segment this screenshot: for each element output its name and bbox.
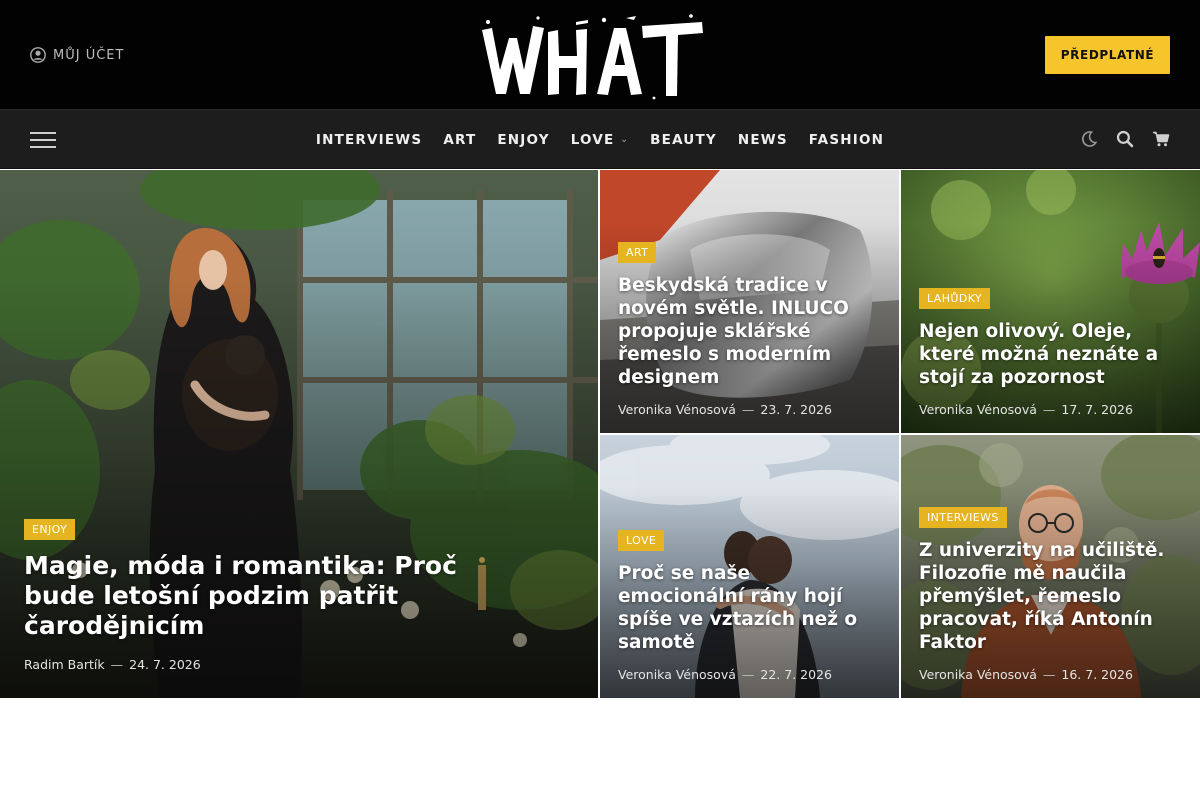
category-tag[interactable]: LOVE bbox=[618, 530, 665, 551]
top-header: MŮJ ÚČET PŘEDPLATNÉ bbox=[0, 0, 1200, 110]
category-tag[interactable]: LAHŮDKY bbox=[919, 288, 991, 309]
article-date: 16. 7. 2026 bbox=[1061, 667, 1133, 682]
nav-item-label: NEWS bbox=[737, 131, 788, 148]
featured-article-main[interactable]: ENJOY Magie, móda i romantika: Proč bude… bbox=[0, 170, 598, 698]
nav-item-beauty[interactable]: BEAUTY bbox=[650, 132, 717, 148]
my-account-label: MŮJ ÚČET bbox=[53, 47, 125, 63]
category-tag[interactable]: INTERVIEWS bbox=[919, 507, 1007, 528]
article-title[interactable]: Magie, móda i romantika: Proč bude letoš… bbox=[24, 551, 478, 641]
article-meta: Veronika Vénosová — 16. 7. 2026 bbox=[919, 667, 1182, 682]
article-author[interactable]: Radim Bartík bbox=[24, 657, 105, 672]
article-content: ENJOY Magie, móda i romantika: Proč bude… bbox=[24, 518, 478, 672]
nav-item-fashion[interactable]: FASHION bbox=[809, 132, 884, 148]
article-date: 24. 7. 2026 bbox=[129, 657, 201, 672]
article-content: LAHŮDKY Nejen olivový. Oleje, které možn… bbox=[919, 287, 1182, 417]
menu-icon[interactable] bbox=[30, 132, 56, 149]
meta-separator: — bbox=[1042, 667, 1056, 682]
article-author[interactable]: Veronika Vénosová bbox=[618, 402, 736, 417]
article-title[interactable]: Z univerzity na učiliště. Filozofie mě n… bbox=[919, 539, 1182, 654]
chevron-down-icon: ⌄ bbox=[620, 134, 630, 145]
nav-item-label: LOVE bbox=[570, 131, 615, 148]
nav-item-news[interactable]: NEWS bbox=[738, 132, 788, 148]
featured-article-art[interactable]: ART Beskydská tradice v novém světle. IN… bbox=[600, 170, 899, 433]
article-title[interactable]: Nejen olivový. Oleje, které možná neznát… bbox=[919, 320, 1182, 389]
article-content: LOVE Proč se naše emocionální rány hojí … bbox=[618, 529, 881, 682]
user-icon bbox=[30, 47, 46, 63]
article-author[interactable]: Veronika Vénosová bbox=[919, 402, 1037, 417]
nav-item-label: INTERVIEWS bbox=[315, 131, 423, 148]
nav-item-label: ENJOY bbox=[497, 131, 550, 148]
category-tag[interactable]: ENJOY bbox=[24, 519, 76, 540]
article-date: 17. 7. 2026 bbox=[1061, 402, 1133, 417]
featured-grid: ENJOY Magie, móda i romantika: Proč bude… bbox=[0, 170, 1200, 698]
category-tag[interactable]: ART bbox=[618, 242, 657, 263]
moon-icon[interactable] bbox=[1080, 130, 1098, 148]
nav-item-enjoy[interactable]: ENJOY bbox=[497, 132, 549, 148]
search-icon[interactable] bbox=[1116, 130, 1134, 148]
featured-article-lahudky[interactable]: LAHŮDKY Nejen olivový. Oleje, které možn… bbox=[901, 170, 1200, 433]
nav-item-label: BEAUTY bbox=[650, 131, 717, 148]
nav-item-label: FASHION bbox=[808, 131, 885, 148]
nav-item-label: ART bbox=[443, 131, 477, 148]
what-logo[interactable] bbox=[476, 10, 706, 100]
article-author[interactable]: Veronika Vénosová bbox=[919, 667, 1037, 682]
nav-item-love[interactable]: LOVE ⌄ bbox=[571, 132, 629, 148]
article-date: 23. 7. 2026 bbox=[760, 402, 832, 417]
nav-menu: INTERVIEWS ART ENJOY LOVE ⌄ BEAUTY NEWS F… bbox=[0, 110, 1200, 169]
featured-article-love[interactable]: LOVE Proč se naše emocionální rány hojí … bbox=[600, 435, 899, 698]
featured-article-interviews[interactable]: INTERVIEWS Z univerzity na učiliště. Fil… bbox=[901, 435, 1200, 698]
main-navigation: INTERVIEWS ART ENJOY LOVE ⌄ BEAUTY NEWS F… bbox=[0, 110, 1200, 169]
article-meta: Veronika Vénosová — 17. 7. 2026 bbox=[919, 402, 1182, 417]
article-title[interactable]: Proč se naše emocionální rány hojí spíše… bbox=[618, 562, 881, 654]
article-author[interactable]: Veronika Vénosová bbox=[618, 667, 736, 682]
nav-item-interviews[interactable]: INTERVIEWS bbox=[316, 132, 422, 148]
subscribe-button[interactable]: PŘEDPLATNÉ bbox=[1045, 36, 1170, 74]
article-title[interactable]: Beskydská tradice v novém světle. INLUCO… bbox=[618, 274, 881, 389]
article-meta: Radim Bartík — 24. 7. 2026 bbox=[24, 657, 478, 672]
article-content: INTERVIEWS Z univerzity na učiliště. Fil… bbox=[919, 506, 1182, 682]
nav-item-art[interactable]: ART bbox=[443, 132, 476, 148]
cart-icon[interactable] bbox=[1152, 130, 1170, 148]
meta-separator: — bbox=[110, 657, 124, 672]
article-date: 22. 7. 2026 bbox=[760, 667, 832, 682]
article-content: ART Beskydská tradice v novém světle. IN… bbox=[618, 241, 881, 417]
article-meta: Veronika Vénosová — 22. 7. 2026 bbox=[618, 667, 881, 682]
meta-separator: — bbox=[1042, 402, 1056, 417]
meta-separator: — bbox=[741, 667, 755, 682]
nav-tools bbox=[1080, 130, 1170, 148]
meta-separator: — bbox=[741, 402, 755, 417]
my-account-link[interactable]: MŮJ ÚČET bbox=[30, 45, 124, 65]
article-meta: Veronika Vénosová — 23. 7. 2026 bbox=[618, 402, 881, 417]
